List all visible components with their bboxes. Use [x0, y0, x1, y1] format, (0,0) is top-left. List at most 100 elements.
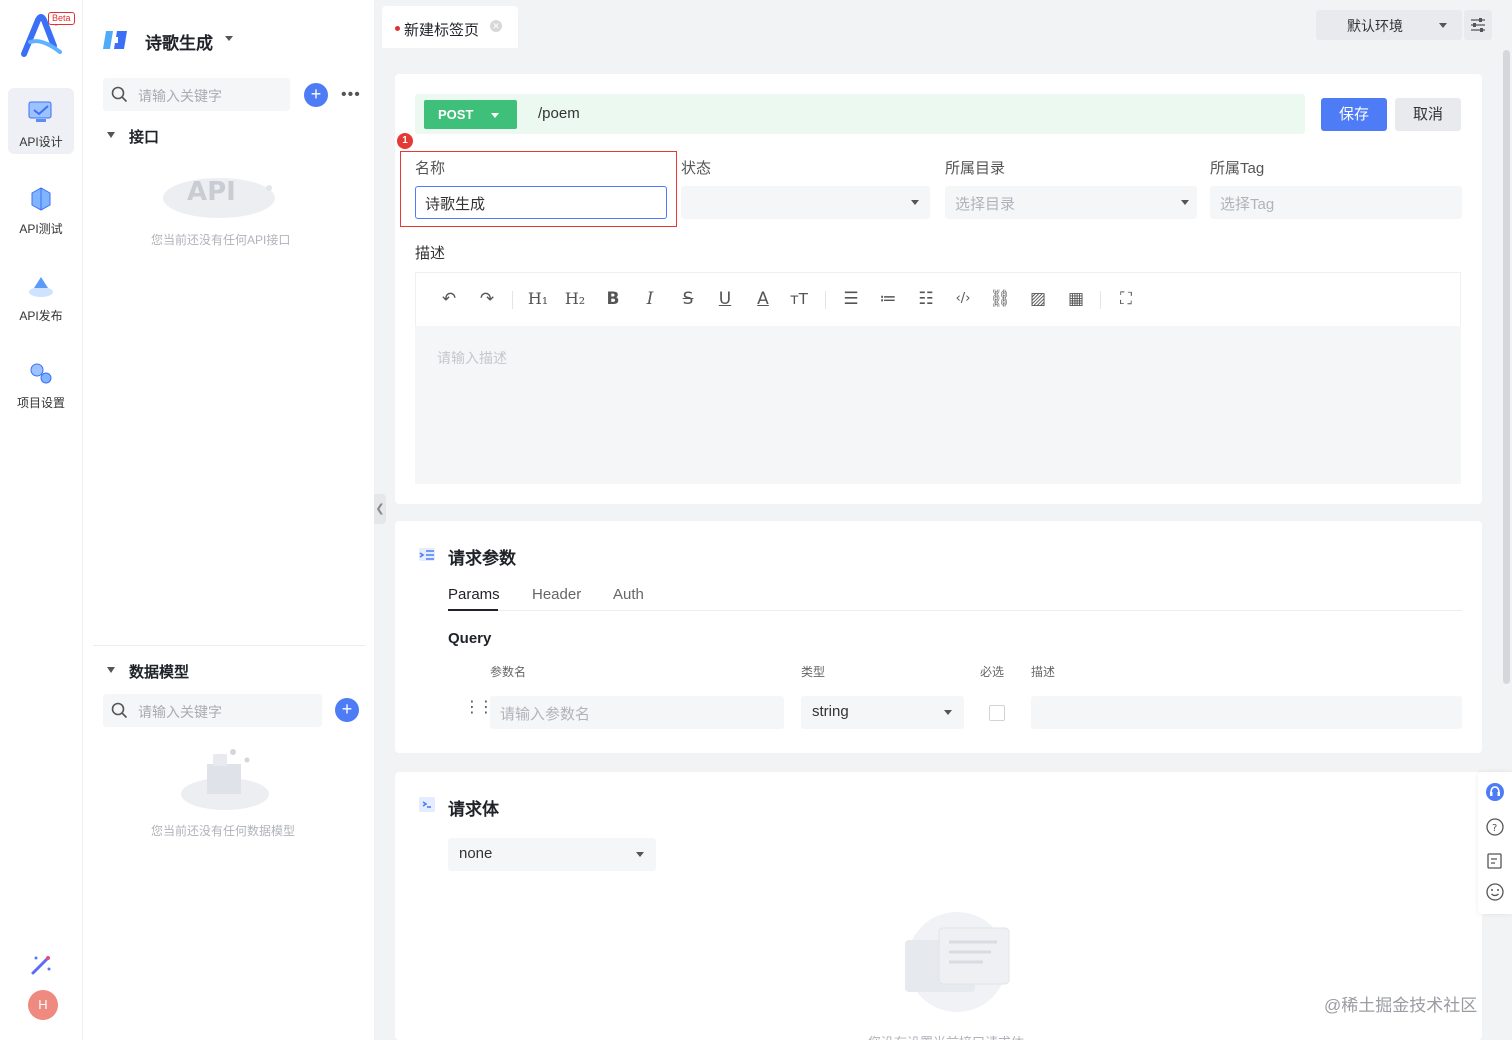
italic-icon[interactable]: I: [639, 288, 661, 310]
body-type-select[interactable]: none: [448, 838, 656, 871]
link-icon[interactable]: ⛓: [989, 288, 1011, 310]
chevron-down-icon: [636, 852, 644, 857]
required-checkbox[interactable]: [989, 705, 1005, 721]
step-badge: 1: [397, 133, 413, 149]
toolbar-divider: [825, 291, 826, 309]
feedback-icon[interactable]: [1486, 852, 1504, 870]
magic-wand-icon[interactable]: [28, 952, 54, 978]
tab-params[interactable]: Params: [448, 586, 500, 603]
undo-icon[interactable]: ↶: [438, 288, 460, 310]
heading-1-icon[interactable]: H₁: [527, 288, 549, 310]
model-empty-text: 您当前还没有任何数据模型: [151, 824, 296, 838]
divider: [93, 645, 365, 646]
basic-info-card: POST /poem 保存 取消 1 名称 诗歌生成 状态 所属目录 选择目录 …: [395, 74, 1482, 504]
rail-item-api-publish[interactable]: API发布: [8, 262, 74, 328]
font-size-icon[interactable]: ᴛT: [788, 288, 810, 310]
font-color-icon[interactable]: A: [752, 288, 774, 310]
underline-icon[interactable]: U: [714, 288, 736, 310]
bold-icon[interactable]: B: [602, 288, 624, 310]
bullet-list-icon[interactable]: ☰: [840, 288, 862, 310]
tabs-divider: [448, 610, 1462, 611]
path-input[interactable]: /poem: [538, 105, 580, 122]
query-title: Query: [448, 630, 492, 647]
column-description: 描述: [1031, 665, 1056, 679]
active-tab-indicator: [448, 609, 498, 611]
params-section-title: 请求参数: [448, 549, 516, 568]
method-select[interactable]: POST: [424, 100, 517, 129]
tab-bar: 新建标签页 ✕ 默认环境: [374, 0, 1512, 50]
chevron-down-icon: [944, 710, 952, 715]
heading-2-icon[interactable]: H₂: [564, 288, 586, 310]
toolbar-divider: [512, 291, 513, 309]
column-param-name: 参数名: [490, 665, 527, 679]
tag-select[interactable]: 选择Tag: [1210, 186, 1462, 219]
drag-handle-icon[interactable]: ⋮⋮: [464, 700, 494, 716]
smiley-icon[interactable]: [1486, 883, 1504, 901]
column-required: 必选: [980, 665, 1005, 679]
more-icon[interactable]: •••: [341, 86, 361, 104]
body-section-icon: [419, 797, 435, 812]
rail-item-project-settings[interactable]: 项目设置: [8, 349, 74, 415]
rail-item-label: API测试: [19, 222, 63, 236]
api-empty-illustration: API: [163, 177, 275, 218]
rail-item-label: 项目设置: [16, 396, 65, 410]
ordered-list-icon[interactable]: ≔: [877, 288, 899, 310]
param-description-input[interactable]: [1031, 696, 1462, 729]
name-label: 名称: [415, 160, 446, 177]
api-search-input[interactable]: 请输入关键字: [103, 78, 290, 111]
editor-toolbar: ↶ ↷ H₁ H₂ B I S U A ᴛT ☰ ≔ ☷ ‹/› ⛓ ▨ ▦ ⛶: [415, 272, 1461, 326]
project-settings-icon: [30, 363, 52, 384]
body-section-title: 请求体: [448, 800, 499, 819]
search-placeholder: 请输入关键字: [138, 88, 222, 104]
collapse-sidebar-button[interactable]: ❮: [374, 494, 386, 524]
url-bar: POST /poem: [415, 94, 1305, 134]
image-icon[interactable]: ▨: [1027, 288, 1049, 310]
tab-header[interactable]: Header: [532, 586, 581, 603]
add-api-button[interactable]: +: [304, 83, 328, 107]
dir-select[interactable]: 选择目录: [945, 186, 1197, 219]
add-model-button[interactable]: +: [335, 698, 359, 722]
model-search-input[interactable]: 请输入关键字: [103, 694, 322, 727]
close-icon[interactable]: ✕: [490, 20, 502, 32]
main-scrollbar[interactable]: [1503, 50, 1510, 684]
code-icon[interactable]: ‹/›: [952, 288, 974, 310]
floating-toolbar: ?: [1478, 772, 1512, 914]
column-type: 类型: [801, 665, 826, 679]
redo-icon[interactable]: ↷: [476, 288, 498, 310]
request-params-card: 请求参数 Params Header Auth Query 参数名 类型 必选 …: [395, 521, 1482, 753]
name-input[interactable]: 诗歌生成: [415, 186, 667, 219]
tag-label: 所属Tag: [1210, 160, 1265, 177]
environment-select[interactable]: 默认环境: [1316, 10, 1462, 40]
customer-service-icon[interactable]: [1486, 783, 1504, 801]
param-name-input[interactable]: 请输入参数名: [490, 696, 784, 729]
chevron-down-icon[interactable]: [225, 36, 233, 41]
status-select[interactable]: [681, 186, 930, 219]
environment-settings-button[interactable]: [1464, 10, 1492, 40]
avatar[interactable]: H: [28, 990, 58, 1020]
chevron-down-icon: [491, 113, 499, 118]
caret-down-icon[interactable]: [107, 667, 115, 673]
project-name[interactable]: 诗歌生成: [145, 29, 213, 54]
model-empty-illustration: [181, 749, 269, 810]
rail-item-api-test[interactable]: API测试: [8, 175, 74, 241]
model-section-title[interactable]: 数据模型: [129, 661, 189, 682]
fullscreen-icon[interactable]: ⛶: [1115, 288, 1137, 310]
cancel-button[interactable]: 取消: [1395, 98, 1461, 131]
strikethrough-icon[interactable]: S: [677, 288, 699, 310]
save-button[interactable]: 保存: [1321, 98, 1387, 131]
help-icon[interactable]: ?: [1486, 818, 1504, 836]
rail-item-api-design[interactable]: API设计: [8, 88, 74, 154]
task-list-icon[interactable]: ☷: [915, 288, 937, 310]
api-test-icon: [31, 187, 51, 211]
tab-label: 新建标签页: [404, 22, 480, 39]
description-editor[interactable]: 请输入描述: [415, 326, 1461, 484]
caret-down-icon[interactable]: [107, 132, 115, 138]
unsaved-dot: [395, 26, 400, 31]
tab-new[interactable]: 新建标签页 ✕: [382, 6, 518, 48]
table-icon[interactable]: ▦: [1065, 288, 1087, 310]
param-type-select[interactable]: string: [801, 696, 964, 729]
dir-label: 所属目录: [945, 160, 1006, 177]
body-type-value: none: [459, 845, 493, 862]
tab-auth[interactable]: Auth: [613, 586, 644, 603]
api-section-title[interactable]: 接口: [129, 126, 159, 147]
